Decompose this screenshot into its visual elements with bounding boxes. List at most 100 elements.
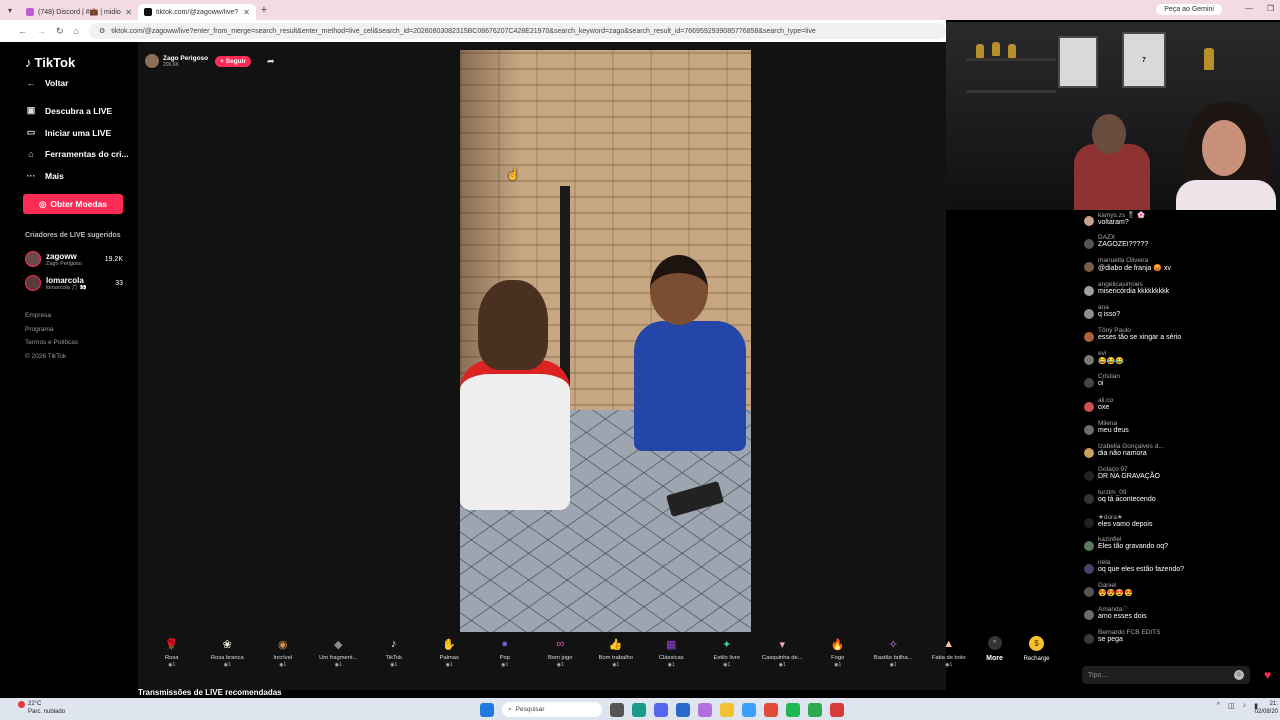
close-icon[interactable]: ✕	[125, 8, 132, 17]
chat-username[interactable]: kazinfiel	[1098, 536, 1168, 543]
avatar[interactable]	[1084, 633, 1094, 644]
chat-username[interactable]: irela	[1098, 559, 1184, 566]
task-view-icon[interactable]	[610, 702, 624, 717]
avatar[interactable]	[1084, 239, 1094, 250]
chat-input[interactable]	[1088, 671, 1234, 679]
discord-icon[interactable]	[654, 702, 668, 717]
chat-username[interactable]: Izabella Gonçalves d...	[1098, 443, 1164, 450]
chat-username[interactable]: DAZX	[1098, 234, 1148, 241]
avatar[interactable]	[1084, 540, 1094, 551]
chat-username[interactable]: Amanda♡	[1098, 605, 1147, 613]
avatar[interactable]	[1084, 448, 1094, 458]
nav-creator-tools[interactable]: ⌂ Ferramentas do cri...	[25, 149, 128, 159]
more-gifts-button[interactable]: ^ More	[977, 636, 1013, 662]
avatar[interactable]	[1084, 517, 1094, 528]
avatar[interactable]	[1084, 262, 1094, 273]
back-icon[interactable]: ←	[18, 26, 27, 36]
chat-username[interactable]: ★dora★	[1098, 513, 1152, 521]
avatar[interactable]	[1084, 355, 1094, 366]
emoji-icon[interactable]: ☺	[1234, 670, 1244, 680]
folder-icon[interactable]	[720, 702, 734, 717]
share-icon[interactable]: ➦	[267, 56, 275, 67]
chat-input-box[interactable]: ☺	[1082, 666, 1250, 684]
chat-username[interactable]: evi	[1098, 350, 1124, 357]
chat-username[interactable]: kamys.zs 🎖 🌸	[1098, 211, 1145, 219]
avatar[interactable]	[1084, 424, 1094, 435]
avatar[interactable]	[1084, 285, 1094, 296]
chat-username[interactable]: manuella Oliveira	[1098, 257, 1171, 264]
chrome-icon[interactable]	[808, 702, 822, 717]
minimize-icon[interactable]: —	[1245, 4, 1253, 13]
chat-username[interactable]: Bernardo FCB EDITS	[1098, 629, 1161, 636]
suggested-creator[interactable]: lomarcola lomarcola 🎵 👀 33	[25, 275, 123, 291]
chat-username[interactable]: Tôný Paulo	[1098, 327, 1181, 334]
suggested-creator[interactable]: zagoww Zago Perigoso 19.2K	[25, 251, 123, 267]
chat-username[interactable]: Daniel	[1098, 582, 1133, 589]
site-info-icon[interactable]: ⚙	[99, 27, 105, 35]
gift-item[interactable]: ◉ Incrível ◉1	[255, 636, 311, 669]
footer-link-terms[interactable]: Termos e Políticas	[25, 336, 78, 350]
spotify-icon[interactable]	[786, 702, 800, 717]
taskbar-clock[interactable]: 21: 02/08/20	[1255, 700, 1278, 716]
heart-icon[interactable]: ♥	[1264, 668, 1271, 682]
gift-item[interactable]: 🌹 Rosa ◉1	[144, 636, 200, 669]
footer-link-empresa[interactable]: Empresa	[25, 309, 78, 323]
restore-icon[interactable]: ❐	[1267, 4, 1274, 13]
gift-item[interactable]: ❀ Rosa branca ◉1	[200, 636, 256, 669]
gift-item[interactable]: ● Pop ◉1	[477, 636, 533, 668]
weather-widget[interactable]: 22°C Parc. nublado	[18, 700, 65, 716]
chrome-icon[interactable]	[764, 702, 778, 717]
live-video[interactable]: ☝	[460, 50, 751, 632]
gift-item[interactable]: ♪ TikTok ◉1	[366, 636, 422, 668]
follow-button[interactable]: + Seguir	[215, 55, 251, 67]
chat-username[interactable]: turzim_09	[1098, 489, 1156, 496]
reload-icon[interactable]: ↻	[56, 26, 64, 37]
avatar[interactable]	[1084, 332, 1094, 342]
gift-item[interactable]: ✧ Bastão brilha... ◉1	[866, 636, 922, 669]
get-coins-button[interactable]: ◎ Obter Moedas	[23, 194, 123, 214]
nav-discover-live[interactable]: ▣ Descubra a LIVE	[25, 105, 112, 116]
app-icon[interactable]	[698, 702, 712, 717]
gift-item[interactable]: 🔥 Fogo ◉1	[810, 636, 866, 669]
gift-item[interactable]: ▦ Clássicas ◉1	[644, 636, 700, 669]
app-icon[interactable]	[830, 702, 844, 717]
footer-link-programa[interactable]: Programa	[25, 323, 78, 337]
avatar[interactable]	[1084, 564, 1094, 574]
chat-username[interactable]: ana	[1098, 304, 1120, 311]
tab-discord[interactable]: (748) Discord | #💼 | midio ✕	[20, 4, 138, 20]
taskbar-search[interactable]: ⌕ Pesquisar	[502, 702, 602, 717]
network-icon[interactable]: ◫	[1228, 702, 1235, 710]
new-tab-button[interactable]: +	[256, 4, 272, 16]
gift-item[interactable]: ▲ Fatia de bolo ◉1	[921, 636, 977, 668]
avatar[interactable]	[1084, 308, 1094, 319]
store-icon[interactable]	[676, 702, 690, 717]
chat-username[interactable]: ali.co	[1098, 397, 1113, 404]
host-name[interactable]: Zago Perigoso	[163, 55, 208, 62]
tiktok-logo[interactable]: ♪ TikTok	[25, 55, 75, 70]
avatar[interactable]	[1084, 378, 1094, 389]
home-icon[interactable]: ⌂	[74, 26, 79, 36]
nav-back[interactable]: ← Voltar	[25, 78, 69, 88]
avatar[interactable]	[1084, 610, 1094, 621]
volume-icon[interactable]: ♪	[1243, 702, 1247, 710]
recharge-button[interactable]: $ Recharge	[1017, 636, 1057, 662]
gift-item[interactable]: ∞ Bom jogo ◉1	[533, 636, 589, 668]
edge-icon[interactable]	[632, 702, 646, 717]
avatar[interactable]	[1084, 216, 1094, 226]
avatar[interactable]	[1084, 494, 1094, 505]
windows-start-icon[interactable]	[480, 702, 494, 717]
nav-more[interactable]: ··· Mais	[25, 171, 64, 181]
close-icon[interactable]: ✕	[243, 8, 250, 17]
avatar[interactable]	[1084, 401, 1094, 412]
app-icon[interactable]	[742, 702, 756, 717]
gift-item[interactable]: ✦ Estilo livre ◉1	[699, 636, 755, 669]
host-avatar[interactable]	[145, 54, 159, 68]
gift-item[interactable]: ◆ Um fragment... ◉1	[311, 636, 367, 669]
gift-item[interactable]: ✋ Palmas ◉1	[422, 636, 478, 669]
avatar[interactable]	[1084, 471, 1094, 482]
gemini-button[interactable]: Peça ao Gemini	[1156, 4, 1222, 15]
chat-username[interactable]: angelicasimoes	[1098, 281, 1169, 288]
url-field[interactable]: ⚙ tiktok.com/@zagoww/live?enter_from_mer…	[88, 23, 946, 39]
gift-item[interactable]: 👍 Bom trabalho ◉1	[588, 636, 644, 669]
forward-icon[interactable]: →	[37, 26, 46, 36]
